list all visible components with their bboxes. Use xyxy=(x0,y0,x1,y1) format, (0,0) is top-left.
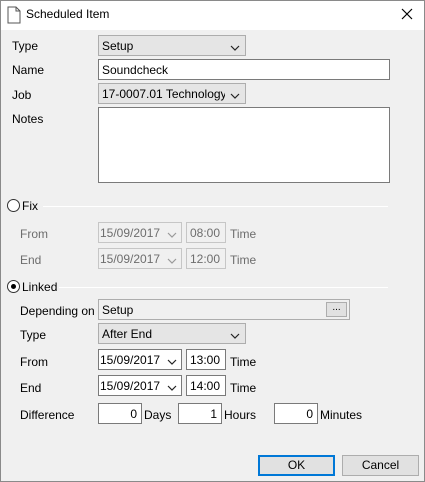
days-field[interactable]: 0 xyxy=(98,403,142,424)
fix-radio[interactable] xyxy=(7,199,20,212)
linked-from-time-label: Time xyxy=(230,355,257,369)
type-select-value: Setup xyxy=(102,39,134,53)
depending-on-label: Depending on xyxy=(20,304,95,318)
linked-type-label: Type xyxy=(20,328,47,342)
linked-radio[interactable] xyxy=(7,280,20,293)
chevron-down-icon xyxy=(230,41,240,51)
close-button[interactable] xyxy=(392,1,422,29)
fix-end-date-value: 15/09/2017 xyxy=(100,252,161,266)
difference-label: Difference xyxy=(20,408,75,422)
days-label: Days xyxy=(144,408,172,422)
depending-on-value: Setup xyxy=(102,303,134,317)
minutes-label: Minutes xyxy=(320,408,363,422)
notes-label: Notes xyxy=(12,112,44,126)
fix-from-date[interactable]: 15/09/2017 xyxy=(98,222,182,243)
cancel-button[interactable]: Cancel xyxy=(342,455,419,476)
fix-end-label: End xyxy=(20,253,42,267)
hours-label: Hours xyxy=(224,408,257,422)
job-label: Job xyxy=(12,88,32,102)
fix-from-time-label: Time xyxy=(230,227,257,241)
fix-end-time-label: Time xyxy=(230,253,257,267)
title-bar: Scheduled Item xyxy=(1,1,424,30)
chevron-down-icon xyxy=(167,381,177,391)
chevron-down-icon xyxy=(167,228,177,238)
chevron-down-icon xyxy=(167,355,177,365)
linked-end-time[interactable]: 14:00 xyxy=(186,375,226,396)
linked-separator xyxy=(59,287,388,288)
type-select[interactable]: Setup xyxy=(98,35,246,56)
chevron-down-icon xyxy=(167,254,177,264)
fix-end-date[interactable]: 15/09/2017 xyxy=(98,248,182,269)
notes-textarea[interactable] xyxy=(98,107,390,183)
linked-from-date[interactable]: 15/09/2017 xyxy=(98,349,182,370)
hours-field[interactable]: 1 xyxy=(178,403,222,424)
depending-on-field[interactable]: Setup xyxy=(98,299,350,320)
fix-label: Fix xyxy=(22,199,38,213)
name-label: Name xyxy=(12,63,45,77)
linked-end-date-value: 15/09/2017 xyxy=(100,379,161,393)
document-icon xyxy=(7,6,21,24)
type-label: Type xyxy=(12,39,39,53)
minutes-field[interactable]: 0 xyxy=(274,403,318,424)
radio-selected-dot xyxy=(11,284,16,289)
linked-type-value: After End xyxy=(102,327,153,341)
linked-type-select[interactable]: After End xyxy=(98,323,246,344)
job-select[interactable]: 17-0007.01 Technology Co xyxy=(98,83,246,104)
fix-from-date-value: 15/09/2017 xyxy=(100,226,161,240)
fix-end-time[interactable]: 12:00 xyxy=(186,248,226,269)
linked-from-label: From xyxy=(20,355,48,369)
fix-from-label: From xyxy=(20,227,48,241)
fix-from-time[interactable]: 08:00 xyxy=(186,222,226,243)
linked-end-label: End xyxy=(20,381,42,395)
browse-button[interactable]: ... xyxy=(326,302,347,317)
fix-separator xyxy=(43,206,388,207)
linked-label: Linked xyxy=(22,280,58,294)
ok-button[interactable]: OK xyxy=(258,455,335,476)
linked-from-date-value: 15/09/2017 xyxy=(100,353,161,367)
job-select-value: 17-0007.01 Technology Co xyxy=(102,87,225,101)
linked-end-time-label: Time xyxy=(230,381,257,395)
linked-end-date[interactable]: 15/09/2017 xyxy=(98,375,182,396)
close-icon xyxy=(401,8,413,23)
chevron-down-icon xyxy=(230,89,240,99)
name-field[interactable]: Soundcheck xyxy=(98,59,390,80)
chevron-down-icon xyxy=(230,329,240,339)
dialog-window: Scheduled Item Type Setup Name Soundchec… xyxy=(0,0,425,482)
window-title: Scheduled Item xyxy=(26,7,110,21)
linked-from-time[interactable]: 13:00 xyxy=(186,349,226,370)
